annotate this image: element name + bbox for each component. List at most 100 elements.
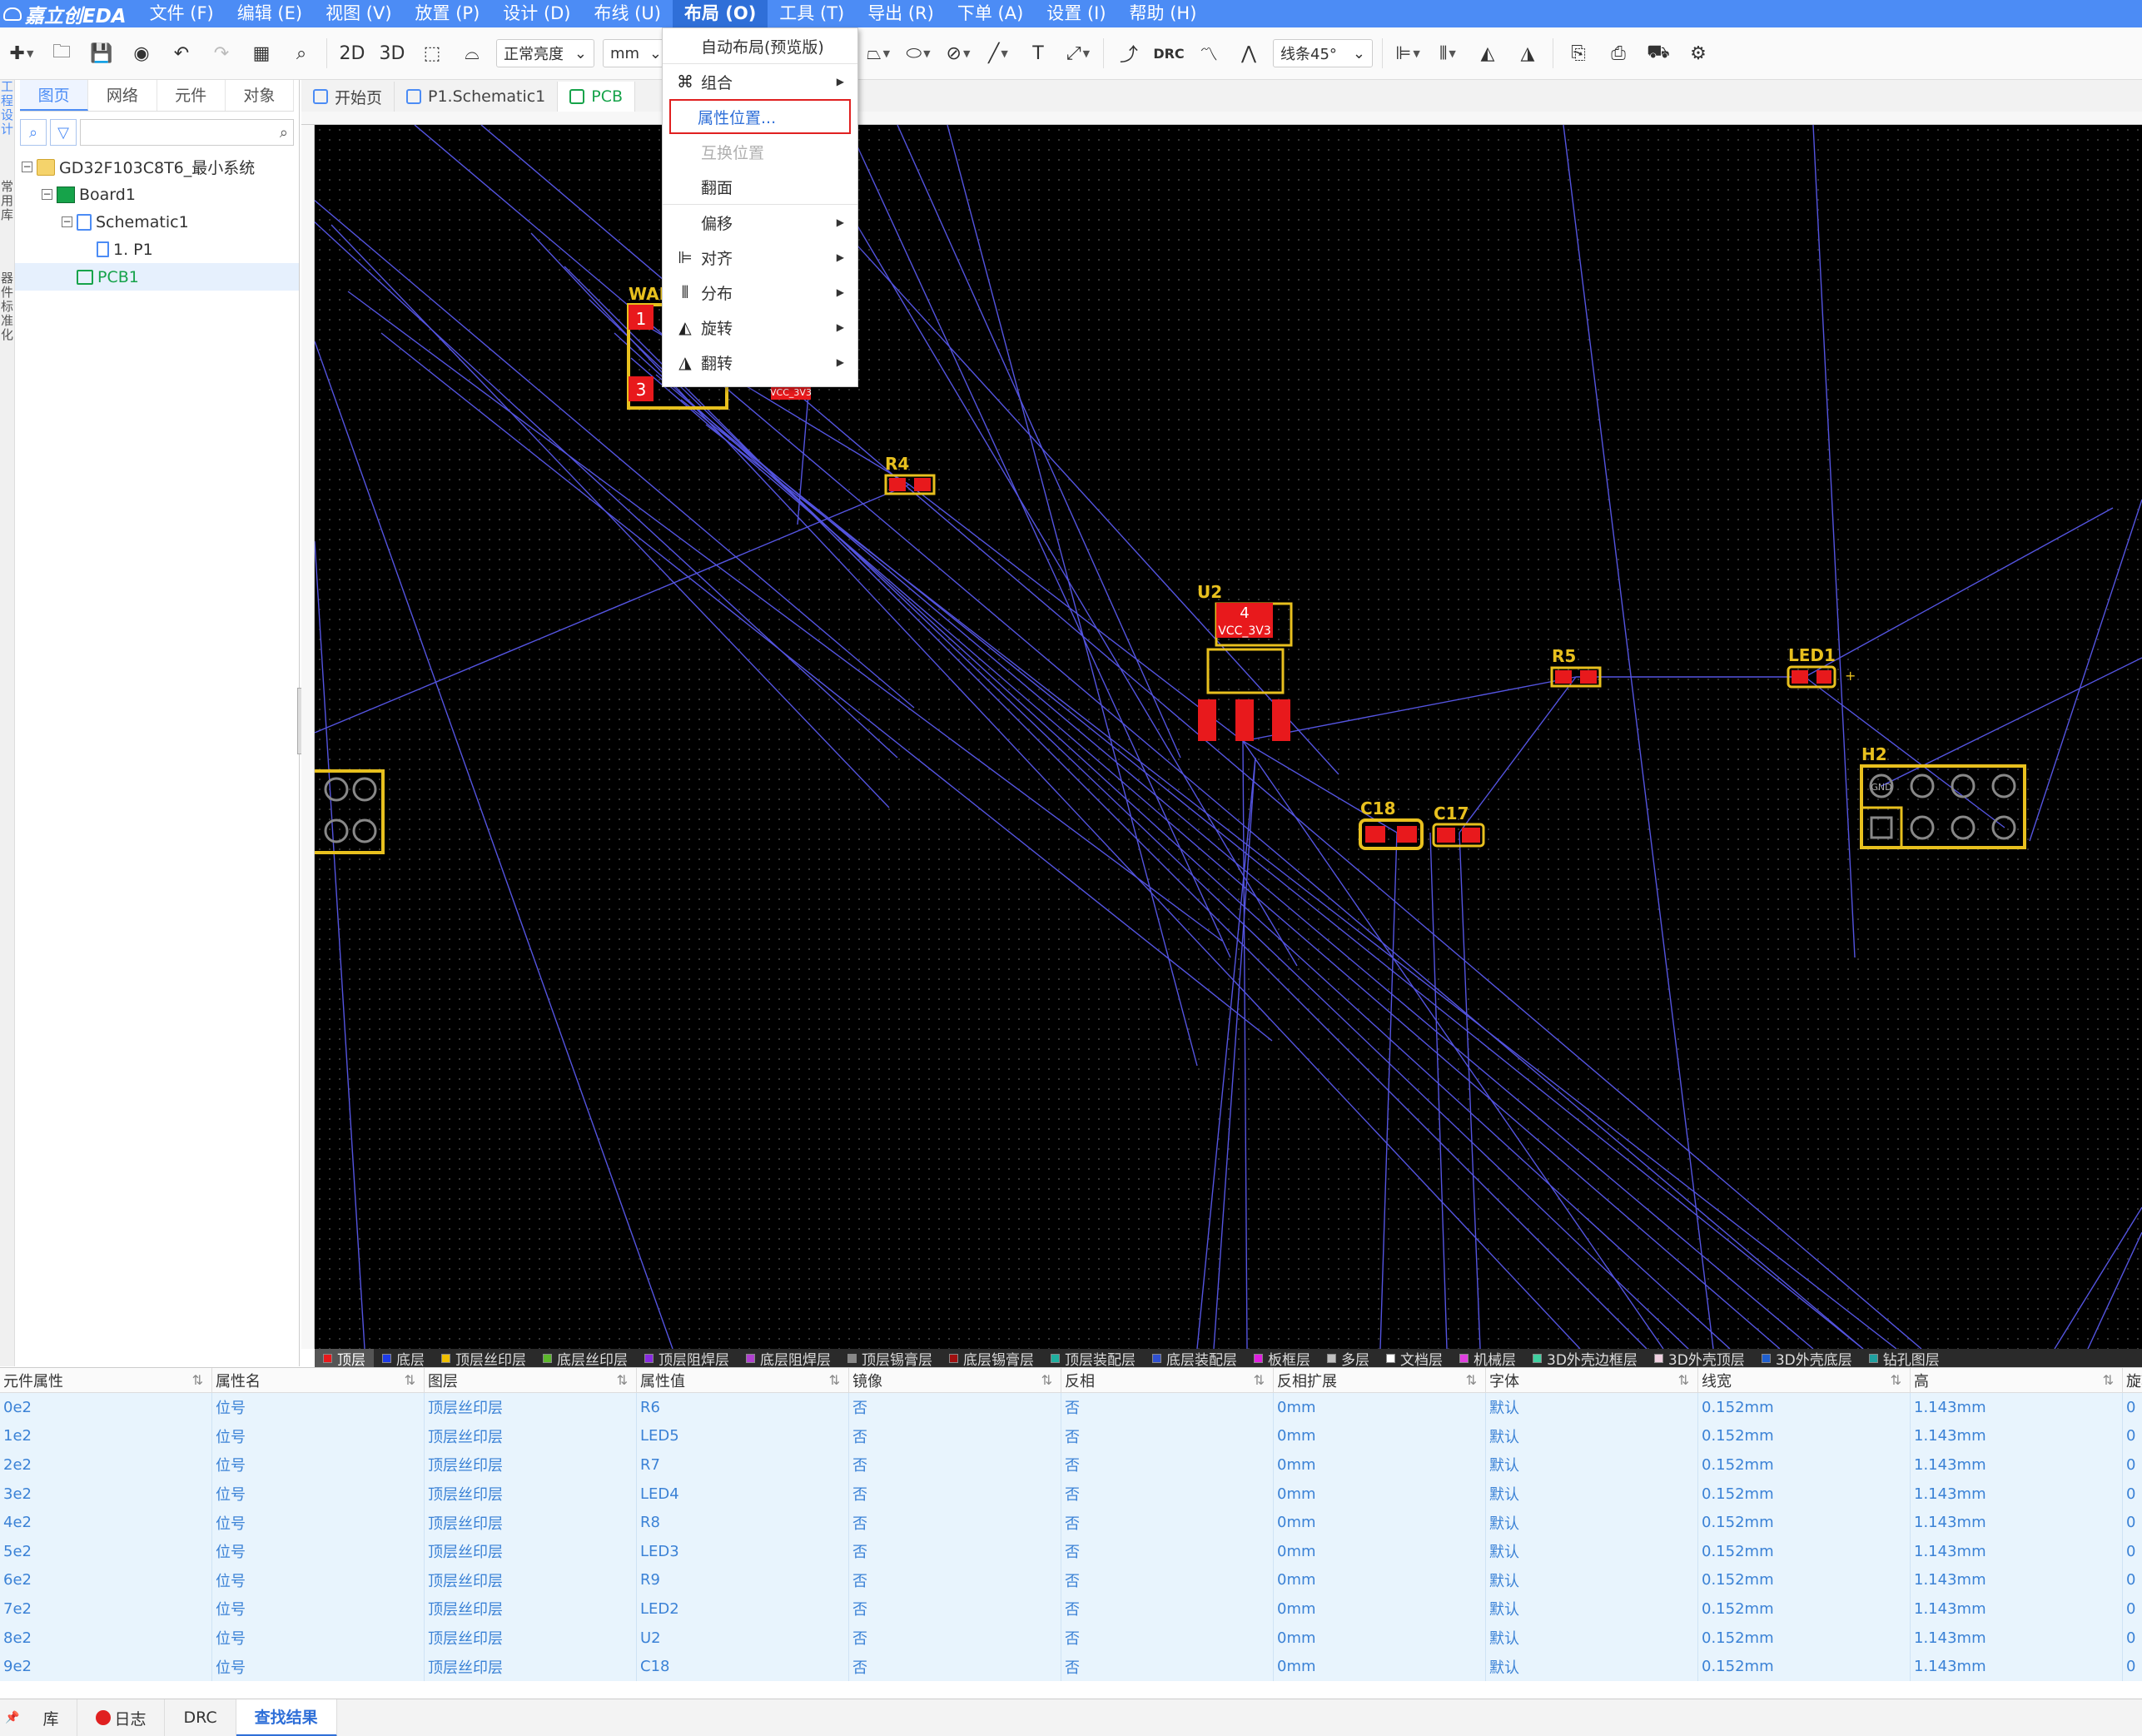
menu-6[interactable]: 布线 (U) bbox=[583, 0, 673, 27]
bottom-tab-3[interactable]: 查找结果 bbox=[236, 1699, 337, 1736]
column-header[interactable]: 元件属性 ⇅ bbox=[0, 1368, 212, 1392]
align-icon[interactable]: ⊫ ▼ bbox=[1392, 37, 1424, 69]
drc-button[interactable]: DRC bbox=[1153, 37, 1185, 69]
table-row[interactable]: 4e2 位号 顶层丝印层 R8 否否 0mm 默认 0.152mm 1.143mm 0 bbox=[0, 1508, 2142, 1537]
sort-icon[interactable]: ⇅ bbox=[2103, 1372, 2114, 1388]
layer-item[interactable]: 底层 bbox=[374, 1349, 433, 1367]
layout-menu-item[interactable]: 自动布局(预览版) bbox=[663, 28, 857, 63]
column-header[interactable]: 反相扩展 ⇅ bbox=[1274, 1368, 1486, 1392]
sort-icon[interactable]: ⇅ bbox=[1678, 1372, 1689, 1388]
table-row[interactable]: 9e2 位号 顶层丝印层 C18 否否 0mm 默认 0.152mm 1.143mm 0 bbox=[0, 1652, 2142, 1681]
column-header[interactable]: 高 ⇅ bbox=[1911, 1368, 2123, 1392]
doc-tab-1[interactable]: P1.Schematic1 bbox=[395, 82, 559, 112]
sort-icon[interactable]: ⇅ bbox=[1466, 1372, 1477, 1388]
track-icon[interactable]: 〽 bbox=[1193, 37, 1225, 69]
left-tab-0[interactable]: 图页 bbox=[20, 80, 89, 111]
layer-item[interactable]: 底层阻焊层 bbox=[738, 1349, 839, 1367]
flip-icon[interactable]: ◮ bbox=[1512, 37, 1543, 69]
rail-project-design[interactable]: 工程设计 bbox=[1, 80, 14, 137]
doc-tab-0[interactable]: 开始页 bbox=[301, 82, 395, 112]
zoom-area-icon[interactable]: ⌕ bbox=[286, 37, 317, 69]
tree-node[interactable]: 1. P1 bbox=[15, 236, 299, 263]
menu-3[interactable]: 视图 (V) bbox=[314, 0, 403, 27]
rotate-icon[interactable]: ◭ bbox=[1472, 37, 1503, 69]
layer-item[interactable]: 顶层阻焊层 bbox=[636, 1349, 738, 1367]
select-area-icon[interactable]: ⬚ bbox=[416, 37, 448, 69]
layer-item[interactable]: 钻孔图层 bbox=[1861, 1349, 1948, 1367]
brightness-select[interactable]: 正常亮度 ⌄ bbox=[496, 39, 594, 67]
component-h2[interactable]: H2 GND bbox=[1860, 744, 2026, 849]
column-header[interactable]: 线宽 ⇅ bbox=[1698, 1368, 1911, 1392]
layer-item[interactable]: 顶层锡膏层 bbox=[839, 1349, 941, 1367]
filter-icon[interactable]: ▽ bbox=[50, 119, 77, 146]
dimension-icon[interactable]: ⤢ ▼ bbox=[1062, 37, 1094, 69]
no-connect-icon[interactable]: ⊘ ▼ bbox=[942, 37, 974, 69]
menu-11[interactable]: 设置 (I) bbox=[1035, 0, 1117, 27]
menu-2[interactable]: 编辑 (E) bbox=[226, 0, 314, 27]
table-row[interactable]: 7e2 位号 顶层丝印层 LED2 否否 0mm 默认 0.152mm 1.143mm 0 bbox=[0, 1594, 2142, 1624]
pin-icon[interactable]: 📌 bbox=[0, 1711, 24, 1724]
expand-toggle-icon[interactable]: − bbox=[42, 189, 52, 200]
menu-12[interactable]: 帮助 (H) bbox=[1118, 0, 1209, 27]
layout-menu-item[interactable]: ⫴ 分布 ▶ bbox=[663, 275, 857, 310]
expand-toggle-icon[interactable]: − bbox=[22, 162, 32, 172]
layer-item[interactable]: 3D外壳顶层 bbox=[1646, 1349, 1753, 1367]
column-header[interactable]: 图层 ⇅ bbox=[425, 1368, 637, 1392]
redo-icon[interactable]: ↷ bbox=[206, 37, 237, 69]
layer-item[interactable]: 板框层 bbox=[1245, 1349, 1319, 1367]
layer-item[interactable]: 顶层 bbox=[315, 1349, 374, 1367]
line-angle-select[interactable]: 线条45° ⌄ bbox=[1273, 39, 1373, 67]
view-3d-button[interactable]: 3D bbox=[376, 37, 408, 69]
layer-item[interactable]: 底层锡膏层 bbox=[941, 1349, 1042, 1367]
layout-menu-item[interactable]: 偏移 ▶ bbox=[663, 205, 857, 240]
text-icon[interactable]: T bbox=[1022, 37, 1054, 69]
sort-icon[interactable]: ⇅ bbox=[617, 1372, 628, 1388]
order-icon[interactable]: ⛟ bbox=[1643, 37, 1674, 69]
layout-menu-item[interactable]: 属性位置... bbox=[669, 99, 851, 134]
sort-icon[interactable]: ⇅ bbox=[405, 1372, 415, 1388]
open-folder-icon[interactable]: 🗀 bbox=[46, 37, 77, 69]
rect-shape-icon[interactable]: ⏢ ▼ bbox=[862, 37, 894, 69]
measure-icon[interactable]: ⌓ bbox=[456, 37, 488, 69]
import-icon[interactable]: ⎘ bbox=[1563, 37, 1594, 69]
rail-common-library[interactable]: 常用库 bbox=[1, 180, 14, 222]
column-header[interactable]: 旋转⇅ bbox=[2123, 1368, 2142, 1392]
table-row[interactable]: 1e2 位号 顶层丝印层 LED5 否否 0mm 默认 0.152mm 1.143mm 0 bbox=[0, 1421, 2142, 1451]
search-icon[interactable]: ⌕ bbox=[20, 119, 47, 146]
tree-node[interactable]: − GD32F103C8T6_最小系统 bbox=[15, 153, 299, 181]
diff-pair-icon[interactable]: ⋀ bbox=[1233, 37, 1265, 69]
doc-tab-2[interactable]: PCB bbox=[558, 82, 636, 112]
gear-icon[interactable]: ⚙ bbox=[1682, 37, 1714, 69]
sort-icon[interactable]: ⇅ bbox=[829, 1372, 840, 1388]
column-header[interactable]: 属性名 ⇅ bbox=[212, 1368, 425, 1392]
column-header[interactable]: 反相 ⇅ bbox=[1061, 1368, 1274, 1392]
menu-7[interactable]: 布局 (O) bbox=[672, 0, 768, 27]
search-input[interactable]: ⌕ bbox=[80, 119, 294, 146]
table-row[interactable]: 6e2 位号 顶层丝印层 R9 否否 0mm 默认 0.152mm 1.143mm 0 bbox=[0, 1565, 2142, 1595]
layer-item[interactable]: 顶层丝印层 bbox=[433, 1349, 534, 1367]
table-row[interactable]: 8e2 位号 顶层丝印层 U2 否否 0mm 默认 0.152mm 1.143mm 0 bbox=[0, 1623, 2142, 1653]
bottom-tab-2[interactable]: DRC bbox=[165, 1699, 236, 1736]
menu-4[interactable]: 放置 (P) bbox=[404, 0, 492, 27]
tree-node[interactable]: − Board1 bbox=[15, 181, 299, 208]
left-tab-3[interactable]: 对象 bbox=[226, 80, 294, 111]
fit-all-icon[interactable]: ▦ bbox=[246, 37, 277, 69]
undo-icon[interactable]: ↶ bbox=[166, 37, 197, 69]
bottom-tab-1[interactable]: 日志 bbox=[77, 1699, 166, 1736]
pcb-canvas[interactable]: 1 3 VCC_3V3 WAK R4 4 VCC_3V3 U2 R5 + LED… bbox=[315, 125, 2142, 1349]
save-icon[interactable]: 💾 bbox=[86, 37, 117, 69]
left-tab-2[interactable]: 元件 bbox=[157, 80, 226, 111]
component-c18[interactable]: C18 bbox=[1359, 798, 1424, 850]
new-icon[interactable]: ✚ ▼ bbox=[6, 37, 37, 69]
expand-toggle-icon[interactable]: − bbox=[62, 216, 72, 227]
left-tab-1[interactable]: 网络 bbox=[88, 80, 157, 111]
distribute-icon[interactable]: ⫴ ▼ bbox=[1432, 37, 1464, 69]
column-header[interactable]: 镜像 ⇅ bbox=[849, 1368, 1061, 1392]
layout-menu-item[interactable]: ◮ 翻转 ▶ bbox=[663, 345, 857, 380]
layer-item[interactable]: 3D外壳底层 bbox=[1753, 1349, 1861, 1367]
table-row[interactable]: 0e2 位号 顶层丝印层 R6 否否 0mm 默认 0.152mm 1.143mm 0 bbox=[0, 1393, 2142, 1422]
unit-select[interactable]: mm ⌄ bbox=[603, 39, 669, 67]
menu-9[interactable]: 导出 (R) bbox=[856, 0, 946, 27]
menu-8[interactable]: 工具 (T) bbox=[768, 0, 856, 27]
table-row[interactable]: 3e2 位号 顶层丝印层 LED4 否否 0mm 默认 0.152mm 1.143mm 0 bbox=[0, 1479, 2142, 1509]
